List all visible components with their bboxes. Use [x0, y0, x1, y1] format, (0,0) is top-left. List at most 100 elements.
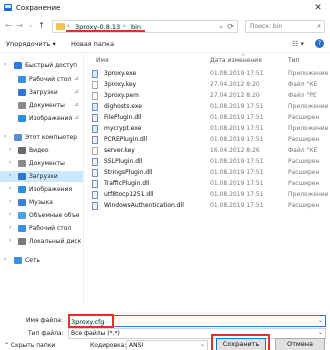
- file-row[interactable]: dighosts.exe 01.08.2019 17:51 Приложение: [86, 102, 330, 112]
- download-icon: [18, 173, 26, 180]
- file-date: 27.04.2012 8:20: [210, 81, 260, 88]
- disk-icon: [18, 238, 26, 245]
- file-row[interactable]: WindowsAuthentication.dll 01.08.2019 17:5…: [86, 201, 330, 211]
- file-row[interactable]: TrafficPlugin.dll 01.08.2019 17:51 Расшире…: [86, 179, 330, 189]
- sidebar-item[interactable]: › Сеть: [0, 255, 83, 266]
- exe-icon: [92, 125, 98, 133]
- search-placeholder: Поиск: bin: [250, 23, 283, 30]
- sidebar-item[interactable]: › Объемные объе: [0, 210, 83, 221]
- file-date: 01.08.2019 17:51: [210, 114, 264, 121]
- expand-chevron-icon[interactable]: ›: [4, 133, 6, 140]
- sidebar-item[interactable]: › Загрузки: [0, 171, 83, 182]
- file-row[interactable]: 3proxy.exe 01.08.2019 17:51 Приложение: [86, 69, 330, 79]
- column-date[interactable]: Дата изменения: [210, 57, 262, 64]
- encoding-value: ANSI: [129, 342, 144, 349]
- sidebar-item-label: Документы: [29, 160, 65, 167]
- 3d-objects-icon: [18, 212, 26, 219]
- file-row[interactable]: PCREPlugin.dll 01.08.2019 17:51 Расширен: [86, 135, 330, 145]
- sidebar-item[interactable]: › Локальный диск: [0, 236, 83, 247]
- encoding-select[interactable]: ANSI ⌄: [126, 340, 208, 350]
- sidebar-item[interactable]: › Изображения: [0, 184, 83, 195]
- file-type: Файл "РЕ: [288, 92, 317, 99]
- filetype-value: Все файлы (*.*): [71, 330, 120, 337]
- desktop-icon: [18, 76, 26, 83]
- file-row[interactable]: utf8tocp1251.dll 01.08.2019 17:51 Приложен…: [86, 190, 330, 200]
- computer-icon: [14, 134, 22, 141]
- sidebar-item-label: Изображения: [29, 186, 73, 193]
- expand-chevron-icon[interactable]: ›: [9, 172, 11, 179]
- sidebar-item-label: Рабочий стол: [29, 225, 72, 232]
- file-row[interactable]: server.key 16.04.2012 8:26 Файл "КЕ: [86, 146, 330, 156]
- column-name[interactable]: Имя: [96, 57, 109, 64]
- close-button[interactable]: ✕: [306, 0, 330, 17]
- view-options-icon[interactable]: ☷ ▾: [292, 40, 304, 48]
- filetype-dropdown-icon[interactable]: ⌄: [318, 329, 323, 336]
- sidebar-item[interactable]: Загрузки ⊿: [0, 87, 83, 98]
- expand-chevron-icon[interactable]: ›: [9, 146, 11, 153]
- file-row[interactable]: FilePlugin.dll 01.08.2019 17:51 Расширен: [86, 113, 330, 123]
- expand-chevron-icon[interactable]: ›: [9, 159, 11, 166]
- back-button[interactable]: ←: [4, 21, 13, 31]
- title-bar: Сохранение ✕: [0, 0, 330, 17]
- filename-dropdown-icon[interactable]: ⌄: [318, 317, 323, 324]
- desktop-icon: [18, 225, 26, 232]
- documents-icon: [18, 160, 26, 167]
- dll-icon: [92, 114, 98, 122]
- pin-icon: ⊿: [74, 114, 80, 121]
- recent-locations-button[interactable]: ⌄: [26, 21, 35, 31]
- window-title: Сохранение: [16, 4, 61, 12]
- navigation-pane: › Быстрый доступ Рабочий стол ⊿ Загрузки ⊿ Док…: [0, 54, 84, 306]
- expand-chevron-icon[interactable]: ›: [9, 185, 11, 192]
- breadcrumb-separator: ›: [123, 22, 126, 30]
- pin-icon: ⊿: [74, 75, 80, 82]
- save-button[interactable]: Сохранить: [216, 338, 266, 350]
- sidebar-item[interactable]: › Музыка: [0, 197, 83, 208]
- file-row[interactable]: mycrypt.exe 01.08.2019 17:51 Приложение: [86, 124, 330, 134]
- sidebar-item-label: Документы: [29, 102, 65, 109]
- organize-button[interactable]: Упорядочить ▾: [6, 40, 56, 48]
- refresh-icon[interactable]: ⟳: [227, 22, 234, 31]
- sidebar-item[interactable]: › Видео: [0, 145, 83, 156]
- column-type[interactable]: Тип: [288, 57, 300, 64]
- file-row[interactable]: 3proxy.key 27.04.2012 8:20 Файл "КЕ: [86, 80, 330, 90]
- new-folder-button[interactable]: Новая папка: [71, 40, 114, 48]
- file-type: Расширен: [288, 169, 320, 176]
- expand-chevron-icon[interactable]: ›: [9, 211, 11, 218]
- sidebar-item[interactable]: › Рабочий стол: [0, 223, 83, 234]
- sidebar-item[interactable]: Документы ⊿: [0, 100, 83, 111]
- expand-chevron-icon[interactable]: ›: [4, 256, 6, 263]
- forward-button[interactable]: →: [15, 21, 24, 31]
- search-box[interactable]: Поиск: bin ⌕: [245, 20, 325, 33]
- sidebar-item[interactable]: › Быстрый доступ: [0, 60, 83, 71]
- sidebar-item[interactable]: Рабочий стол ⊿: [0, 74, 83, 85]
- file-row[interactable]: StringsPlugin.dll 01.08.2019 17:51 Расшире…: [86, 168, 330, 178]
- address-highlight: [66, 30, 145, 32]
- expand-chevron-icon[interactable]: ›: [9, 224, 11, 231]
- expand-chevron-icon[interactable]: ›: [4, 61, 6, 68]
- pictures-icon: [18, 186, 26, 193]
- sidebar-item[interactable]: › Этот компьютер: [0, 132, 83, 143]
- sidebar-item[interactable]: Изображения ⊿: [0, 113, 83, 124]
- sidebar-item[interactable]: › Документы: [0, 158, 83, 169]
- file-type: Расширен: [288, 136, 320, 143]
- help-icon[interactable]: ?: [315, 39, 324, 48]
- encoding-label: Кодировка:: [90, 342, 127, 349]
- file-type: Приложение: [288, 70, 329, 77]
- dll-icon: [92, 202, 98, 210]
- sidebar-item-label: Загрузки: [29, 89, 58, 96]
- cancel-button[interactable]: Отмена: [275, 338, 325, 350]
- file-name: 3proxy.exe: [104, 70, 137, 77]
- file-name: 3proxy.key: [104, 81, 137, 88]
- file-row[interactable]: SSLPlugin.dll 01.08.2019 17:51 Расширен: [86, 157, 330, 167]
- dll-icon: [92, 191, 98, 199]
- pin-icon: ⊿: [74, 88, 80, 95]
- encoding-dropdown-icon[interactable]: ⌄: [200, 341, 205, 348]
- up-button[interactable]: ↑: [37, 21, 46, 31]
- expand-chevron-icon[interactable]: ›: [9, 198, 11, 205]
- hide-folders-button[interactable]: ⌃ Скрыть папки: [4, 342, 55, 349]
- address-dropdown-icon[interactable]: ⌄: [218, 22, 224, 30]
- expand-chevron-icon[interactable]: ›: [9, 237, 11, 244]
- file-row[interactable]: 3proxy.pem 27.04.2012 8:20 Файл "РЕ: [86, 91, 330, 101]
- sidebar-item-label: Этот компьютер: [25, 134, 78, 141]
- filename-highlight: [68, 314, 114, 328]
